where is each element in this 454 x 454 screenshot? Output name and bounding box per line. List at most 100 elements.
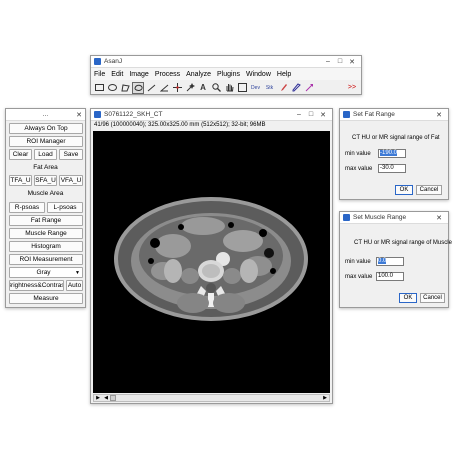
save-button[interactable]: Save: [59, 149, 83, 160]
ct-scan-image: [93, 131, 330, 393]
muscle-max-input[interactable]: 100.0: [376, 272, 404, 281]
fat-cancel-button[interactable]: Cancel: [416, 185, 442, 195]
image-app-icon: [94, 111, 101, 118]
l-psoas-button[interactable]: L-psoas: [47, 202, 83, 213]
dropper-tool-icon[interactable]: [236, 82, 248, 94]
wand-tool-icon[interactable]: [184, 82, 196, 94]
muscle-area-label: Muscle Area: [27, 190, 64, 197]
fat-min-label: min value: [345, 151, 371, 157]
fat-max-input[interactable]: -30.0: [378, 164, 406, 173]
histogram-button[interactable]: Histogram: [9, 241, 83, 252]
muscle-range-dialog: Set Muscle Range ✕ CT HU or MR signal ra…: [339, 211, 452, 308]
r-psoas-button[interactable]: R-psoas: [9, 202, 45, 213]
roi-measurement-button[interactable]: ROI Measurement: [9, 254, 83, 265]
hand-tool-icon[interactable]: [223, 82, 235, 94]
menu-analyze[interactable]: Analyze: [186, 71, 211, 78]
brush-tool-icon[interactable]: [277, 82, 289, 94]
more-tools-button[interactable]: >>: [346, 82, 358, 94]
close-icon[interactable]: ✕: [346, 58, 358, 66]
measure-button[interactable]: Measure: [9, 293, 83, 304]
image-titlebar[interactable]: S0761122_SKH_CT – □ ✕: [91, 109, 332, 121]
muscle-min-input[interactable]: 0.0: [376, 257, 404, 266]
arrow-tool-icon[interactable]: [303, 82, 315, 94]
freehand-tool-icon[interactable]: [132, 81, 144, 94]
text-tool-icon[interactable]: A: [197, 82, 209, 94]
scroll-track[interactable]: [110, 395, 321, 401]
fat-max-label: max value: [345, 166, 373, 172]
fat-dialog-titlebar[interactable]: Set Fat Range ✕: [340, 109, 448, 121]
panel-close-icon[interactable]: ✕: [73, 111, 85, 119]
fat-ok-button[interactable]: OK: [395, 185, 413, 195]
zoom-tool-icon[interactable]: [210, 82, 222, 94]
lut-select-value: Gray: [36, 269, 51, 276]
fat-dialog-close-icon[interactable]: ✕: [433, 111, 445, 119]
tfa-u-button[interactable]: TFA_U: [9, 175, 32, 186]
muscle-min-value: 0.0: [378, 258, 387, 264]
auto-button[interactable]: Auto: [66, 280, 83, 291]
menu-window[interactable]: Window: [246, 71, 271, 78]
brightness-contrast-button[interactable]: Brightness&Contrast: [9, 280, 64, 291]
muscle-min-label: min value: [345, 259, 371, 265]
image-minimize-icon[interactable]: –: [293, 111, 305, 118]
fat-range-dialog: Set Fat Range ✕ CT HU or MR signal range…: [339, 108, 449, 200]
pencil-tool-icon[interactable]: [290, 82, 302, 94]
muscle-dialog-icon: [343, 214, 350, 221]
dev-tool-button[interactable]: Dev: [249, 82, 262, 94]
menu-file[interactable]: File: [94, 71, 105, 78]
main-titlebar[interactable]: AsanJ – □ ✕: [91, 56, 361, 68]
muscle-dialog-titlebar[interactable]: Set Muscle Range ✕: [340, 212, 448, 224]
fat-min-input[interactable]: -190.0: [378, 149, 406, 158]
fat-area-label: Fat Area: [33, 164, 58, 171]
muscle-max-label: max value: [345, 274, 373, 280]
dev-label: Dev: [251, 84, 260, 91]
image-info: 41/96 (100000040); 325.00x325.00 mm (512…: [94, 122, 266, 128]
scroll-left-icon[interactable]: ◀: [102, 395, 110, 401]
panel-titlebar[interactable]: ... ✕: [6, 109, 85, 121]
roi-manager-button[interactable]: ROI Manager: [9, 136, 83, 147]
fat-min-value: -190.0: [380, 150, 398, 156]
sfa-u-button[interactable]: SFA_U: [34, 175, 57, 186]
menu-plugins[interactable]: Plugins: [217, 71, 240, 78]
muscle-dialog-title: Set Muscle Range: [353, 214, 407, 221]
muscle-ok-button[interactable]: OK: [399, 293, 417, 303]
muscle-dialog-heading: CT HU or MR signal range of Muscle: [354, 240, 452, 246]
minimize-icon[interactable]: –: [322, 58, 334, 65]
fat-dialog-icon: [343, 111, 350, 118]
point-tool-icon[interactable]: [171, 82, 183, 94]
load-button[interactable]: Load: [34, 149, 57, 160]
stk-tool-button[interactable]: Stk: [263, 82, 276, 94]
maximize-icon[interactable]: □: [334, 58, 346, 65]
polygon-tool-icon[interactable]: [119, 82, 131, 94]
main-title: AsanJ: [104, 58, 123, 65]
toolbar: A Dev Stk >>: [91, 80, 361, 95]
image-close-icon[interactable]: ✕: [317, 111, 329, 119]
rectangle-tool-icon[interactable]: [93, 82, 105, 94]
fat-dialog-heading: CT HU or MR signal range of Fat: [352, 135, 440, 141]
play-icon[interactable]: ▶: [94, 395, 102, 401]
clear-button[interactable]: Clear: [9, 149, 32, 160]
slice-scrollbar[interactable]: ▶ ◀ ▶: [93, 394, 330, 402]
scroll-thumb[interactable]: [110, 395, 116, 401]
muscle-dialog-close-icon[interactable]: ✕: [433, 214, 445, 222]
fat-range-button[interactable]: Fat Range: [9, 215, 83, 226]
muscle-range-button[interactable]: Muscle Range: [9, 228, 83, 239]
line-tool-icon[interactable]: [145, 82, 157, 94]
lut-select[interactable]: Gray ▼: [9, 267, 83, 278]
stk-label: Stk: [265, 84, 274, 91]
menu-image[interactable]: Image: [129, 71, 148, 78]
menu-process[interactable]: Process: [155, 71, 180, 78]
angle-tool-icon[interactable]: [158, 82, 170, 94]
app-icon: [94, 58, 101, 65]
menu-edit[interactable]: Edit: [111, 71, 123, 78]
panel-title: ...: [42, 111, 49, 118]
plugin-panel: ... ✕ Always On Top ROI Manager Clear Lo…: [5, 108, 86, 308]
muscle-cancel-button[interactable]: Cancel: [420, 293, 445, 303]
scroll-right-icon[interactable]: ▶: [321, 395, 329, 401]
image-maximize-icon[interactable]: □: [305, 111, 317, 118]
always-on-top-button[interactable]: Always On Top: [9, 123, 83, 134]
oval-tool-icon[interactable]: [106, 82, 118, 94]
main-window: AsanJ – □ ✕ File Edit Image Process Anal…: [90, 55, 362, 95]
ct-image-canvas[interactable]: [93, 131, 330, 393]
vfa-u-button[interactable]: VFA_U: [59, 175, 83, 186]
menu-help[interactable]: Help: [277, 71, 291, 78]
